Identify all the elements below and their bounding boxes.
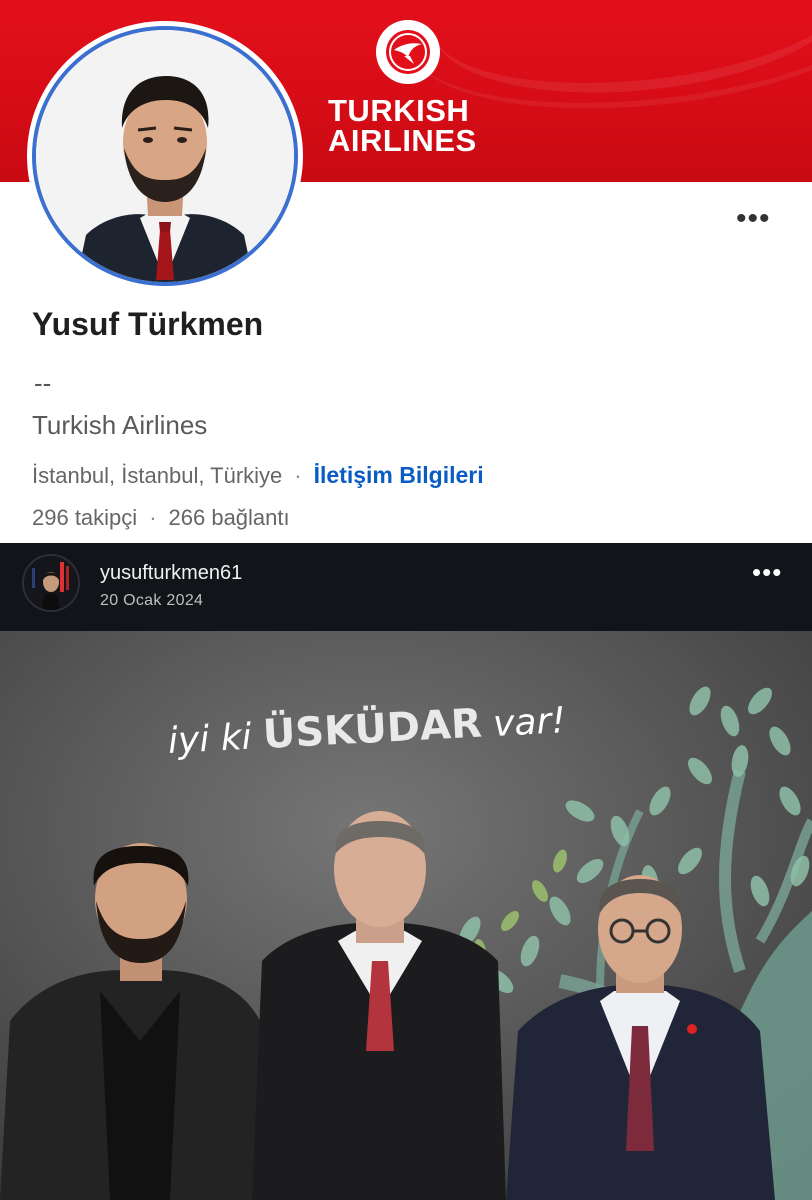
profile-photo [76, 76, 254, 282]
post-username[interactable]: yusufturkmen61 [100, 562, 242, 585]
person-left [0, 843, 265, 1200]
logo-line-2: AIRLINES [328, 123, 477, 158]
profile-card: TURKISH AIRLINES ••• Yusuf Türkmen -- Tu… [0, 0, 812, 543]
contact-info-link[interactable]: İletişim Bilgileri [314, 462, 484, 488]
person-center [252, 811, 506, 1200]
profile-name: Yusuf Türkmen [32, 306, 264, 342]
turkish-airlines-logo: TURKISH AIRLINES [328, 20, 488, 156]
post-date: 20 Ocak 2024 [100, 592, 204, 609]
connections-count[interactable]: 266 bağlantı [169, 505, 290, 530]
person-right [506, 875, 775, 1200]
profile-location-row: İstanbul, İstanbul, Türkiye · İletişim Bil… [32, 462, 484, 489]
profile-avatar[interactable] [32, 26, 298, 286]
followers-count[interactable]: 296 takipçi [32, 505, 137, 530]
profile-headline: -- [34, 368, 52, 398]
post-author-avatar[interactable] [22, 554, 80, 612]
separator-dot: · [294, 463, 302, 488]
people-group [0, 811, 775, 1200]
profile-location: İstanbul, İstanbul, Türkiye [32, 463, 283, 488]
profile-company: Turkish Airlines [32, 410, 208, 440]
logo-line-1: TURKISH [328, 93, 470, 128]
profile-stats-row: 296 takipçi · 266 bağlantı [32, 505, 290, 531]
crane-logo-icon [376, 20, 440, 84]
post-header: yusufturkmen61 20 Ocak 2024 ••• [0, 543, 812, 631]
more-options-icon[interactable]: ••• [736, 204, 771, 234]
post-more-options-icon[interactable]: ••• [752, 559, 782, 585]
separator-dot: · [149, 505, 157, 530]
post-photo[interactable]: iyi ki ÜSKÜDAR var! [0, 631, 812, 1200]
